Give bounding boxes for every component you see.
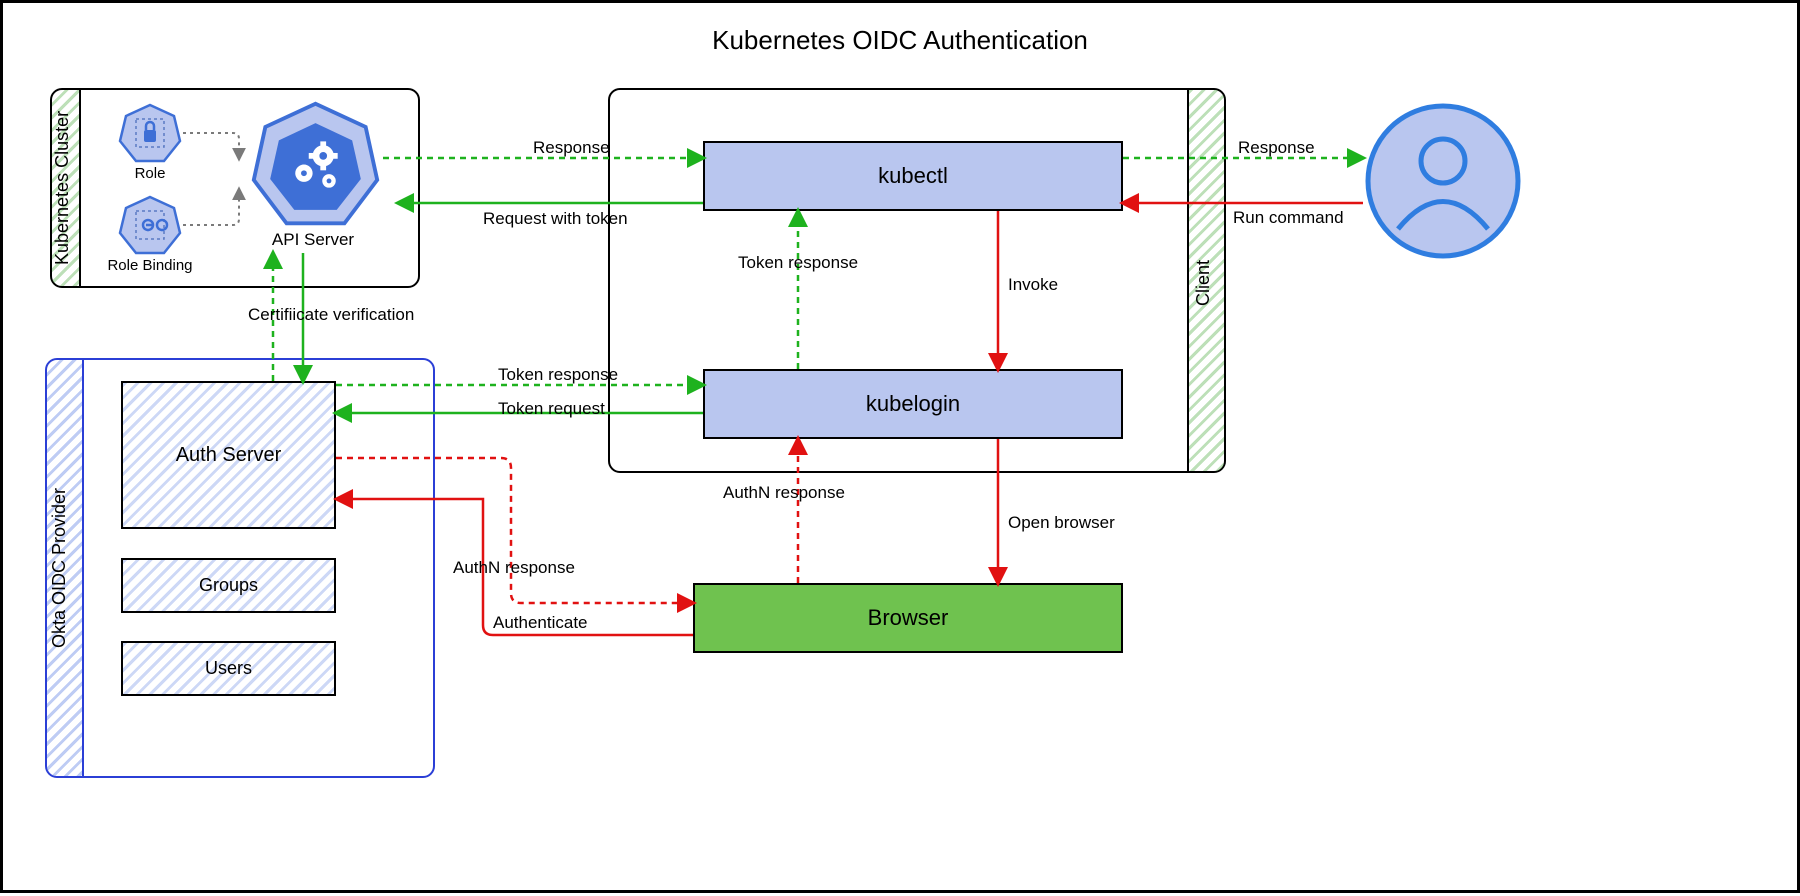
- edge-authn-auth: AuthN response: [453, 558, 575, 578]
- diagram-canvas: Kubernetes OIDC Authentication Kubernete…: [0, 0, 1800, 893]
- edge-open-browser: Open browser: [1008, 513, 1115, 533]
- edge-run-command: Run command: [1233, 208, 1344, 228]
- authserver-label: Auth Server: [176, 444, 282, 467]
- edge-token-response-auth: Token response: [498, 365, 618, 385]
- groups-label: Groups: [199, 575, 258, 596]
- users-node: Users: [121, 641, 336, 696]
- apiserver-label: API Server: [263, 230, 363, 250]
- edge-authenticate: Authenticate: [493, 613, 588, 633]
- user-icon: [1363, 101, 1523, 261]
- client-label: Client: [1193, 233, 1214, 333]
- edge-token-response-kubectl: Token response: [738, 253, 858, 273]
- kubectl-label: kubectl: [878, 163, 948, 189]
- edge-cert-verification: Certifiicate verification: [248, 305, 414, 325]
- browser-label: Browser: [868, 605, 949, 631]
- rolebinding-label: Role Binding: [106, 257, 194, 274]
- edge-token-request: Token request: [498, 399, 605, 419]
- role-label: Role: [118, 165, 182, 182]
- edge-response-user: Response: [1238, 138, 1315, 158]
- users-label: Users: [205, 658, 252, 679]
- k8s-cluster-label: Kubernetes Cluster: [52, 108, 73, 268]
- role-icon: [118, 101, 182, 165]
- apiserver-icon: [248, 98, 383, 233]
- diagram-title: Kubernetes OIDC Authentication: [3, 25, 1797, 56]
- edge-authn-kubelogin: AuthN response: [723, 483, 845, 503]
- kubelogin-node: kubelogin: [703, 369, 1123, 439]
- edge-request-token: Request with token: [483, 209, 628, 229]
- browser-node: Browser: [693, 583, 1123, 653]
- groups-node: Groups: [121, 558, 336, 613]
- kubelogin-label: kubelogin: [866, 391, 960, 417]
- edge-invoke: Invoke: [1008, 275, 1058, 295]
- okta-label: Okta OIDC Provider: [49, 453, 70, 683]
- edge-response-api: Response: [533, 138, 610, 158]
- rolebinding-icon: [118, 193, 182, 257]
- authserver-node: Auth Server: [121, 381, 336, 529]
- kubectl-node: kubectl: [703, 141, 1123, 211]
